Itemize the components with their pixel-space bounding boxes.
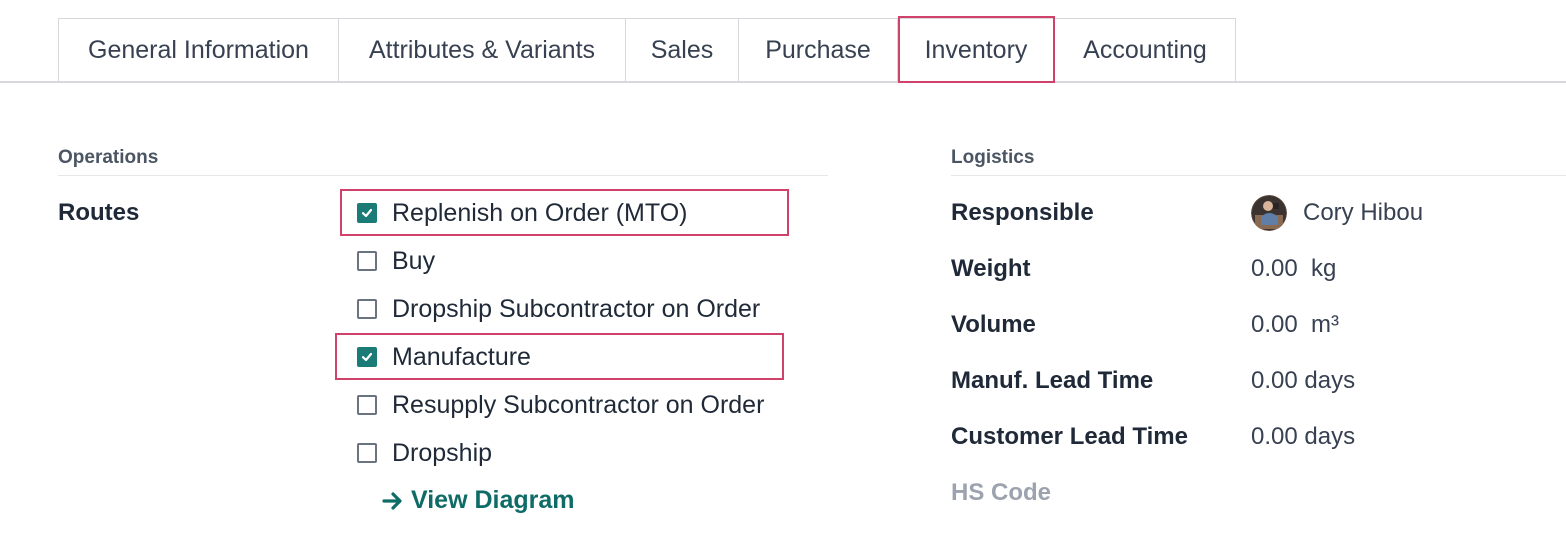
- route-buy[interactable]: Buy: [357, 246, 435, 276]
- route-dropship-subcontractor[interactable]: Dropship Subcontractor on Order: [357, 294, 760, 324]
- weight-unit: kg: [1311, 255, 1337, 282]
- logistics-divider: [951, 175, 1566, 176]
- route-label: Resupply Subcontractor on Order: [392, 390, 765, 419]
- weight-value[interactable]: 0.00: [1251, 255, 1298, 283]
- view-diagram-label: View Diagram: [411, 486, 575, 514]
- route-dropship[interactable]: Dropship: [357, 438, 492, 468]
- hs-code-label: HS Code: [951, 479, 1052, 506]
- route-label: Dropship Subcontractor on Order: [392, 294, 761, 323]
- inventory-tab-highlight: [898, 16, 1055, 83]
- tab-purchase[interactable]: Purchase: [739, 18, 898, 81]
- responsible-value[interactable]: Cory Hibou: [1303, 199, 1423, 227]
- operations-divider: [58, 175, 828, 176]
- weight-label: Weight: [951, 255, 1031, 282]
- route-label: Dropship: [392, 438, 493, 467]
- arrow-right-icon: [382, 491, 402, 510]
- mto-route-highlight: [340, 189, 789, 236]
- manuf-lead-time-label: Manuf. Lead Time: [951, 367, 1154, 394]
- checkbox-unchecked[interactable]: [357, 443, 377, 463]
- logistics-title: Logistics: [951, 147, 1035, 168]
- volume-value[interactable]: 0.00: [1251, 311, 1298, 339]
- tab-general-information[interactable]: General Information: [58, 18, 339, 81]
- responsible-label: Responsible: [951, 199, 1094, 226]
- volume-unit: m³: [1311, 311, 1339, 338]
- manuf-lead-time-value[interactable]: 0.00 days: [1251, 367, 1355, 395]
- routes-label: Routes: [58, 199, 140, 226]
- product-tabs: General Information Attributes & Variant…: [0, 0, 1566, 83]
- customer-lead-time-label: Customer Lead Time: [951, 423, 1188, 450]
- view-diagram-link[interactable]: View Diagram: [381, 486, 575, 515]
- customer-lead-time-value[interactable]: 0.00 days: [1251, 423, 1355, 451]
- tab-sales[interactable]: Sales: [626, 18, 739, 81]
- checkbox-unchecked[interactable]: [357, 395, 377, 415]
- tab-accounting[interactable]: Accounting: [1055, 18, 1236, 81]
- route-label: Buy: [392, 246, 436, 275]
- operations-title: Operations: [58, 147, 159, 168]
- user-avatar[interactable]: [1251, 195, 1287, 231]
- route-resupply-subcontractor[interactable]: Resupply Subcontractor on Order: [357, 390, 764, 420]
- manufacture-route-highlight: [335, 333, 784, 380]
- checkbox-unchecked[interactable]: [357, 299, 377, 319]
- avatar-image: [1251, 195, 1287, 231]
- tabs-baseline: [0, 81, 1566, 83]
- checkbox-unchecked[interactable]: [357, 251, 377, 271]
- tab-attributes-variants[interactable]: Attributes & Variants: [339, 18, 626, 81]
- volume-label: Volume: [951, 311, 1036, 338]
